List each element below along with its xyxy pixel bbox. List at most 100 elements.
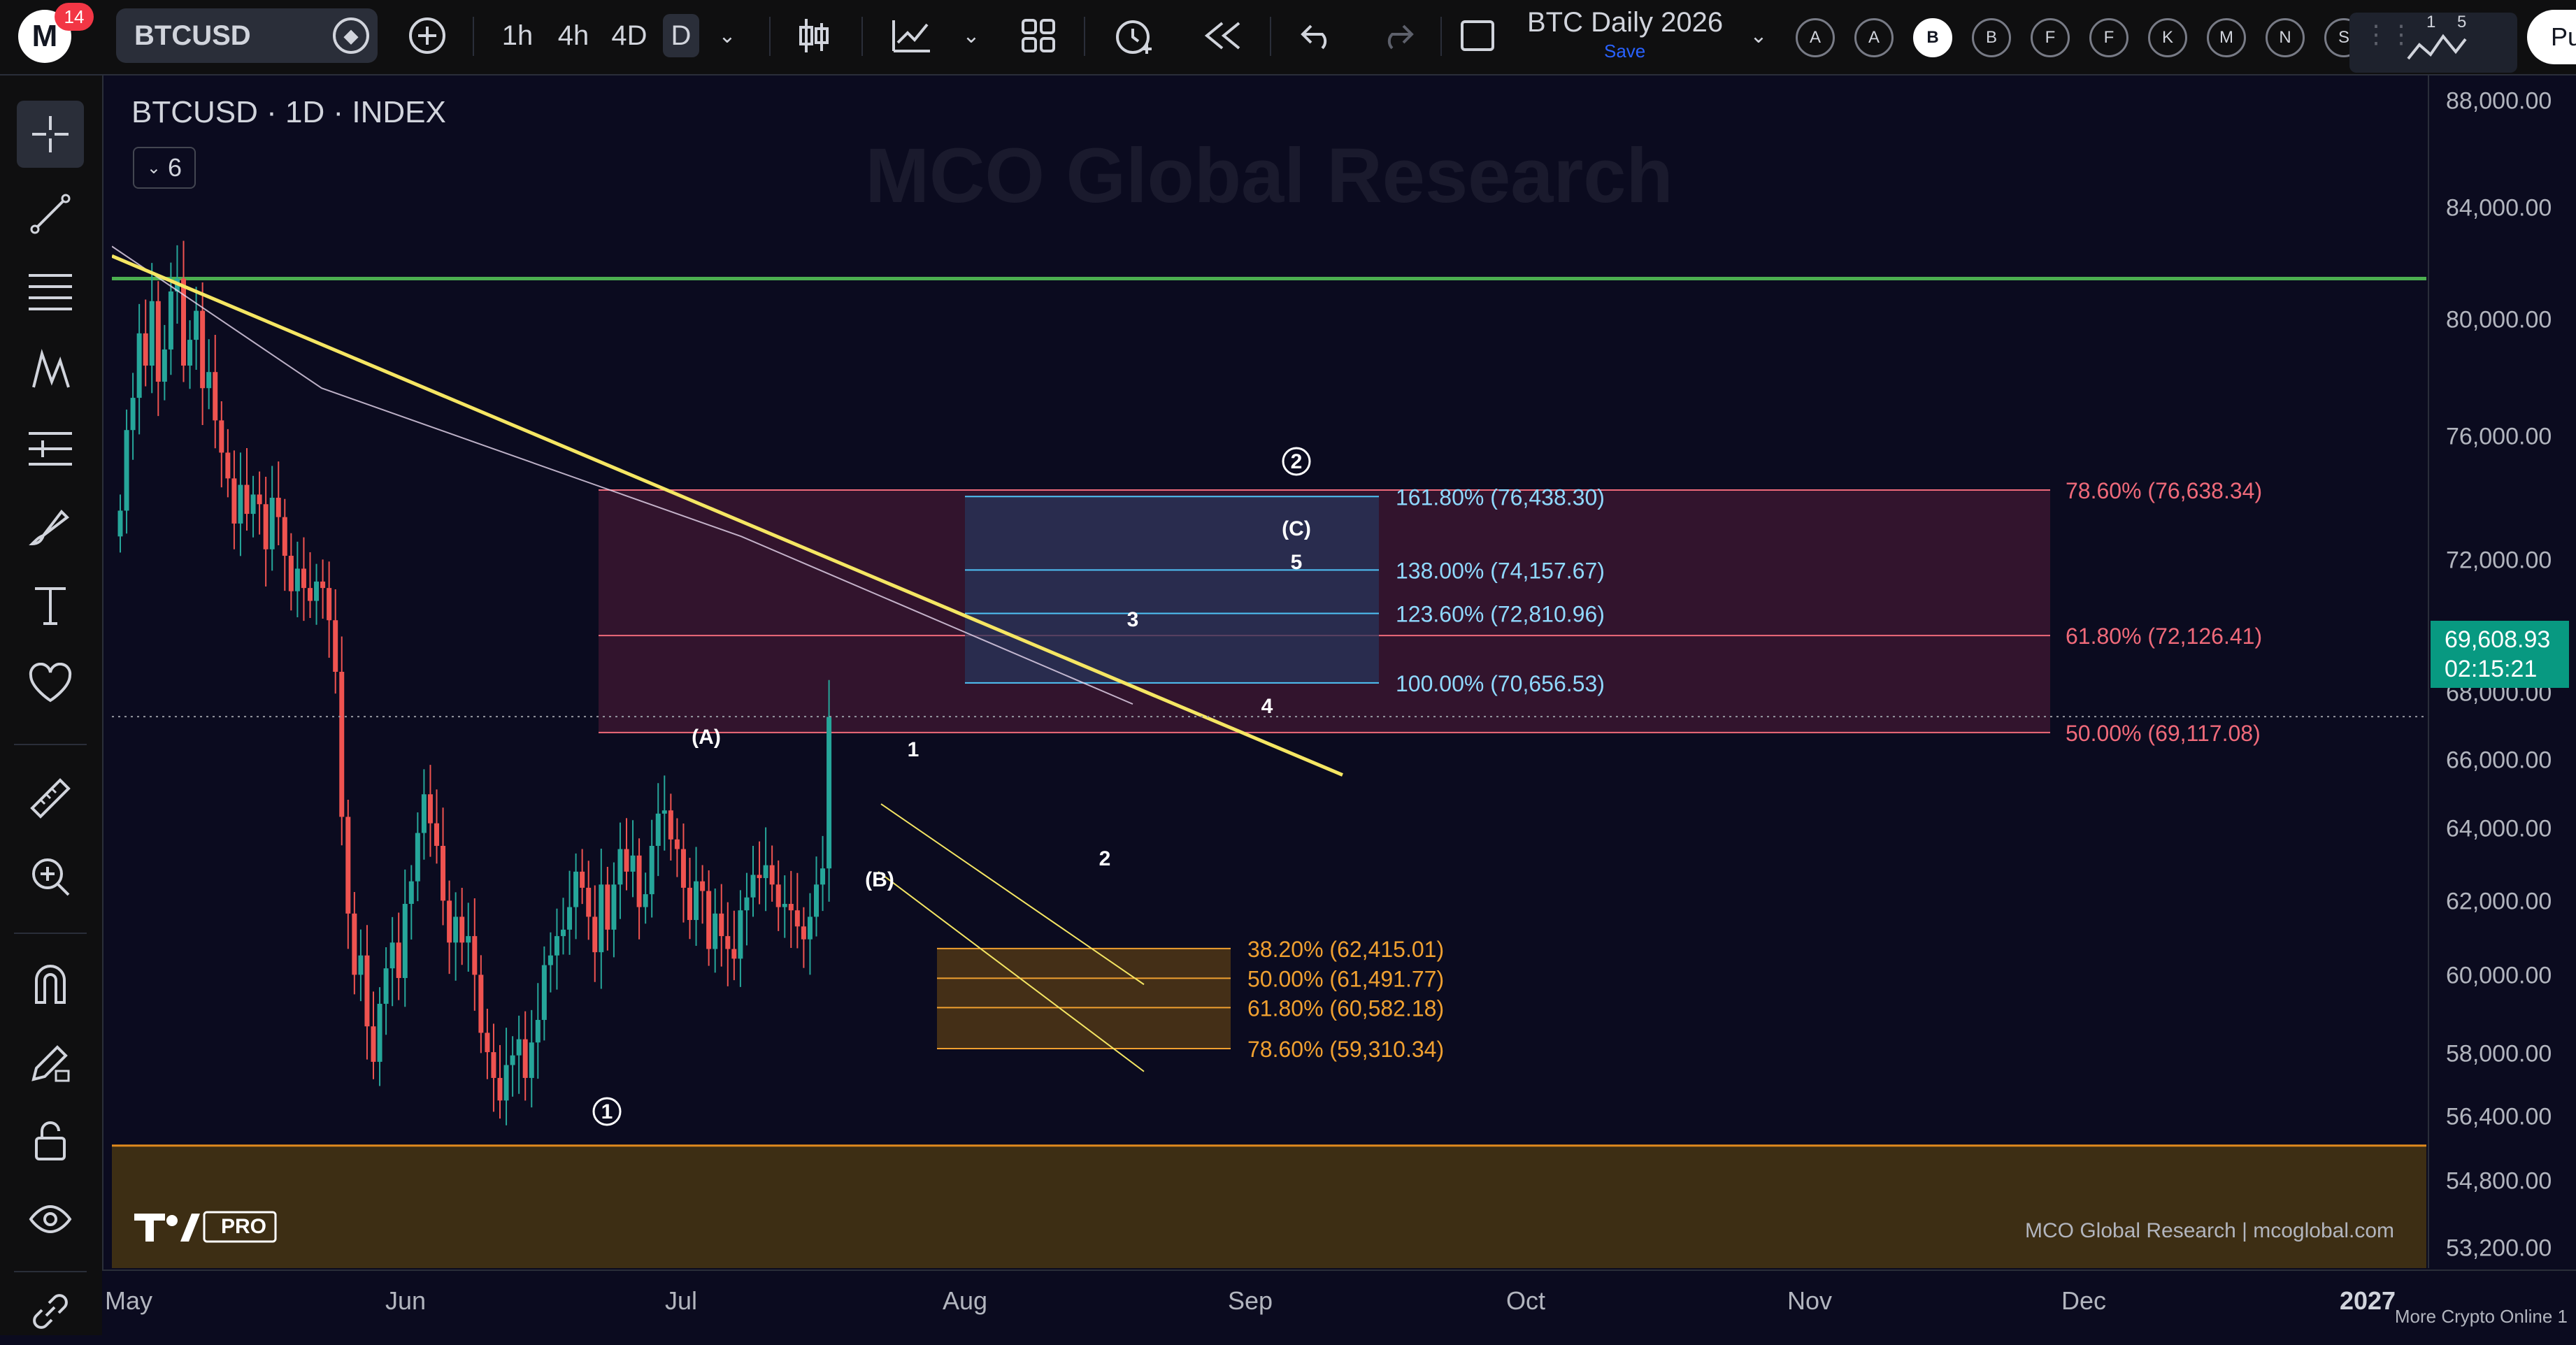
unlock-icon[interactable] (17, 1107, 84, 1174)
alerts-panel-button[interactable]: ⋮⋮ 1 5 (2349, 13, 2517, 73)
candle-body (314, 581, 320, 601)
candle-body (447, 900, 452, 943)
fullscreen-box-icon[interactable] (1454, 14, 1501, 57)
candle-body (744, 897, 750, 911)
crosshair-icon[interactable] (17, 101, 84, 168)
redo-icon[interactable] (1371, 14, 1424, 57)
candle-body (713, 913, 718, 949)
candle-body (345, 817, 351, 914)
layout-chevron-down-icon[interactable]: ⌄ (1741, 14, 1776, 57)
heart-icon[interactable] (17, 650, 84, 717)
text-icon[interactable] (17, 572, 84, 639)
symbol-search-button[interactable]: BTCUSD ◆ (116, 8, 378, 63)
candle-body (801, 926, 806, 940)
script-button-8[interactable]: M (2207, 18, 2246, 57)
price-label: 76,000.00 (2446, 423, 2552, 450)
script-button-9[interactable]: N (2266, 18, 2305, 57)
time-axis[interactable]: May Jun Jul Aug Sep Oct Nov Dec 2027 Mor… (102, 1270, 2576, 1337)
zoom-in-icon[interactable] (17, 843, 84, 910)
candle-body (402, 903, 408, 979)
script-button-3[interactable]: B (1913, 18, 1952, 57)
wave-label-circle-2: 2 (1291, 450, 1303, 473)
candle-body (497, 1077, 503, 1101)
candle-body (187, 340, 193, 366)
wave-label-circle-1: 1 (601, 1100, 613, 1123)
candle-body (694, 881, 699, 921)
candle-body (269, 498, 275, 549)
lock-drawing-pen-icon[interactable] (17, 1029, 84, 1096)
script-button-5[interactable]: F (2031, 18, 2070, 57)
timeframe-1h[interactable]: 1h (489, 14, 545, 57)
wave-count-icon (2407, 34, 2467, 60)
layout-save-status[interactable]: Save (1604, 41, 1645, 62)
script-button-6[interactable]: F (2089, 18, 2128, 57)
wave-label-1: 1 (908, 738, 920, 761)
candle-body (491, 1052, 496, 1078)
candle-body (263, 504, 269, 549)
candle-body (624, 849, 629, 872)
chart-pane[interactable]: MCO Global Research 78.60% (76,638.34) 61… (112, 75, 2426, 1268)
publish-button[interactable]: Pu (2527, 10, 2576, 64)
candle-body (535, 1019, 541, 1043)
indicator-toggle-button[interactable]: ⌄ 6 (133, 147, 196, 189)
script-button-1[interactable]: A (1796, 18, 1835, 57)
candle-body (250, 494, 256, 515)
timeframe-4h[interactable]: 4h (545, 14, 601, 57)
brush-icon[interactable] (17, 494, 84, 561)
price-label: 58,000.00 (2446, 1040, 2552, 1067)
candle-body (567, 907, 573, 930)
candle-body (472, 936, 478, 975)
compare-add-icon[interactable] (403, 14, 452, 57)
fib-extension-label: 138.00% (74,157.67) (1396, 558, 1605, 583)
ruler-icon[interactable] (17, 765, 84, 832)
layout-grid-icon[interactable] (1014, 14, 1063, 57)
wave-label-2: 2 (1099, 847, 1111, 870)
forecasting-tools-icon[interactable] (17, 415, 84, 482)
price-label: 62,000.00 (2446, 888, 2552, 915)
timeframe-4d[interactable]: 4D (601, 14, 657, 57)
candles-icon[interactable] (787, 14, 840, 57)
timeframe-chevron-down-icon[interactable]: ⌄ (706, 14, 748, 57)
indicators-icon[interactable] (884, 14, 940, 57)
undo-icon[interactable] (1291, 14, 1344, 57)
candle-body (478, 974, 484, 1033)
time-label-oct: Oct (1505, 1286, 1546, 1315)
candle-body (630, 855, 636, 872)
candle-body (763, 865, 768, 879)
fib-retracement-label: 78.60% (76,638.34) (2066, 478, 2262, 503)
alert-clock-icon[interactable] (1108, 14, 1161, 57)
candle-body (225, 452, 231, 479)
script-button-7[interactable]: K (2148, 18, 2187, 57)
script-button-4[interactable]: B (1972, 18, 2011, 57)
price-label: 88,000.00 (2446, 87, 2552, 115)
chart-legend-title: BTCUSD · 1D · INDEX (131, 95, 446, 129)
fib-tools-icon[interactable] (17, 259, 84, 326)
eye-icon[interactable] (17, 1186, 84, 1253)
candle-body (301, 568, 306, 589)
magnet-icon[interactable] (17, 951, 84, 1018)
candle-body (415, 833, 420, 882)
timeframe-d[interactable]: D (663, 14, 699, 57)
layout-name[interactable]: BTC Daily 2026 (1527, 7, 1723, 38)
fib-retracement-label: 61.80% (72,126.41) (2066, 624, 2262, 649)
tradingview-logo[interactable]: PRO (133, 1208, 287, 1246)
script-button-2[interactable]: A (1854, 18, 1894, 57)
candle-body (136, 333, 142, 398)
price-axis[interactable]: 88,000.00 84,000.00 80,000.00 76,000.00 … (2428, 75, 2576, 1268)
candle-body (168, 291, 173, 350)
indicators-chevron-down-icon[interactable]: ⌄ (954, 14, 989, 57)
candle-body (750, 875, 756, 898)
candle-body (516, 1039, 522, 1056)
candle-body (427, 794, 433, 823)
logo-letter: M (31, 19, 58, 53)
pattern-tools-icon[interactable] (17, 337, 84, 404)
replay-icon[interactable] (1196, 14, 1249, 57)
trend-line-icon[interactable] (17, 180, 84, 247)
time-label-nov: Nov (1787, 1286, 1833, 1315)
fib-extension-label: 100.00% (70,656.53) (1396, 671, 1605, 696)
candle-body (459, 916, 465, 943)
price-chart[interactable]: 78.60% (76,638.34) 61.80% (72,126.41) 50.0… (112, 75, 2426, 1268)
chevron-down-icon: ⌄ (146, 158, 162, 178)
candle-body (308, 588, 313, 601)
time-label-dec: Dec (2061, 1286, 2107, 1315)
